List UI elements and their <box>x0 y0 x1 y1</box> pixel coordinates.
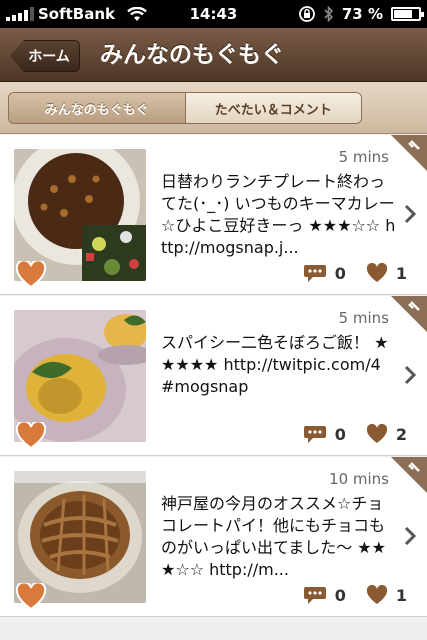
comment-bubble-icon <box>303 265 326 282</box>
post-item[interactable]: 10 mins 神戸屋の今月のオススメ☆チョコレートパイ！他にもチョコものがいっ… <box>0 457 427 617</box>
like-count-value: 2 <box>395 424 407 444</box>
comment-corner-icon[interactable] <box>391 296 427 332</box>
post-list: 5 mins 日替わりランチプレート終わってた(･_･) いつものキーマカレー☆… <box>0 135 427 617</box>
battery-percent: 73 % <box>341 5 383 23</box>
post-text: 日替わりランチプレート終わってた(･_･) いつものキーマカレー☆ひよこ豆好きー… <box>161 172 396 257</box>
tab-want-to-eat-and-comment[interactable]: たべたい＆コメント <box>184 93 361 123</box>
tab-bar: みんなのもぐもぐ たべたい＆コメント <box>0 82 427 134</box>
status-bar: SoftBank 14:43 73 % <box>0 0 427 28</box>
wifi-icon <box>127 6 147 21</box>
comment-count[interactable]: 0 <box>303 263 346 283</box>
comment-count[interactable]: 0 <box>303 424 346 444</box>
bluetooth-icon <box>324 6 333 22</box>
post-item[interactable]: 5 mins 日替わりランチプレート終わってた(･_･) いつものキーマカレー☆… <box>0 135 427 295</box>
signal-icon <box>6 7 34 21</box>
post-time: 5 mins <box>338 309 389 327</box>
comment-count-value: 0 <box>334 263 346 283</box>
chevron-right-icon[interactable] <box>403 364 417 386</box>
tab-everyone-mogumogu[interactable]: みんなのもぐもぐ <box>9 93 185 123</box>
post-text: 神戸屋の今月のオススメ☆チョコレートパイ！他にもチョコものがいっぱい出てました〜… <box>161 494 386 579</box>
comment-count-value: 0 <box>334 424 346 444</box>
post-time: 10 mins <box>329 470 389 488</box>
comment-bubble-icon <box>303 587 326 604</box>
like-count-value: 1 <box>395 263 407 283</box>
rotation-lock-icon <box>298 6 315 22</box>
chevron-right-icon[interactable] <box>403 525 417 547</box>
heart-icon <box>366 585 387 604</box>
redacted-area <box>162 141 232 167</box>
heart-icon <box>366 424 387 443</box>
favorite-heart-icon[interactable] <box>16 261 46 289</box>
heart-icon <box>366 263 387 282</box>
nav-bar: ホーム みんなのもぐもぐ <box>0 28 427 82</box>
comment-corner-icon[interactable] <box>391 135 427 171</box>
favorite-heart-icon[interactable] <box>16 422 46 450</box>
segmented-control: みんなのもぐもぐ たべたい＆コメント <box>8 92 362 124</box>
post-item[interactable]: 5 mins スパイシー二色そぼろご飯！ ★★★★★ http://twitpi… <box>0 296 427 456</box>
like-count-value: 1 <box>395 585 407 605</box>
comment-count[interactable]: 0 <box>303 585 346 605</box>
like-count[interactable]: 2 <box>366 424 407 444</box>
post-stats: 0 1 <box>303 263 407 283</box>
home-back-button[interactable]: ホーム <box>10 40 80 72</box>
carrier-label: SoftBank <box>38 5 116 23</box>
redacted-area <box>306 376 378 398</box>
page-title: みんなのもぐもぐ <box>100 42 284 68</box>
favorite-heart-icon[interactable] <box>16 583 46 611</box>
chevron-right-icon[interactable] <box>403 203 417 225</box>
post-time: 5 mins <box>338 148 389 166</box>
post-stats: 0 2 <box>303 424 407 444</box>
like-count[interactable]: 1 <box>366 263 407 283</box>
comment-corner-icon[interactable] <box>391 457 427 493</box>
post-stats: 0 1 <box>303 585 407 605</box>
comment-count-value: 0 <box>334 585 346 605</box>
battery-icon <box>391 7 424 21</box>
comment-bubble-icon <box>303 426 326 443</box>
like-count[interactable]: 1 <box>366 585 407 605</box>
